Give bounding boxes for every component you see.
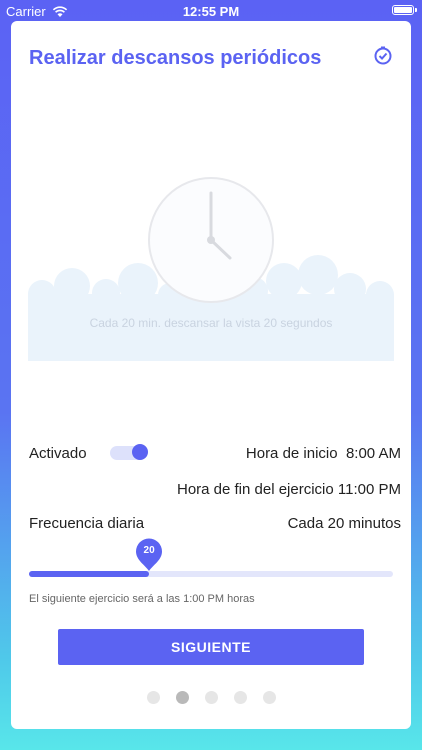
pagination-dot[interactable] — [233, 691, 247, 704]
start-time-value: 8:00 AM — [345, 445, 401, 462]
clock-cloud-graphic — [28, 177, 394, 361]
check-circle-icon[interactable] — [373, 46, 393, 66]
enabled-toggle[interactable] — [110, 444, 148, 460]
pagination-dot[interactable] — [175, 691, 189, 704]
frequency-label: Frecuencia diaria — [29, 515, 145, 532]
clock-illustration: Cada 20 min. descansar la vista 20 segun… — [28, 171, 394, 361]
onboarding-card: Realizar descansos periódicos Cada 20 mi… — [11, 21, 411, 729]
frequency-slider[interactable] — [29, 571, 393, 577]
next-exercise-note: El siguiente ejercicio será a las 1:00 P… — [29, 593, 255, 605]
status-bar: Carrier 12:55 PM — [0, 0, 422, 22]
frequency-value: Cada 20 minutos — [287, 515, 401, 532]
pagination-dot[interactable] — [146, 691, 160, 704]
next-button[interactable]: SIGUIENTE — [58, 629, 364, 665]
pagination-dot[interactable] — [262, 691, 276, 704]
slider-thumb[interactable]: 20 — [135, 538, 163, 572]
pagination-dots — [11, 691, 411, 704]
enabled-label: Activado — [29, 445, 87, 462]
start-time-row[interactable]: Hora de inicio 8:00 AM — [246, 445, 401, 462]
page-title: Realizar descansos periódicos — [29, 47, 322, 69]
end-time-row[interactable]: Hora de fin del ejercicio 11:00 PM — [177, 481, 401, 498]
end-time-value: 11:00 PM — [337, 481, 401, 498]
slider-fill — [29, 571, 150, 577]
start-time-label: Hora de inicio — [245, 445, 338, 462]
pagination-dot[interactable] — [204, 691, 218, 704]
toggle-knob — [132, 444, 148, 460]
status-time: 12:55 PM — [182, 4, 240, 19]
illustration-caption: Cada 20 min. descansar la vista 20 segun… — [89, 316, 333, 330]
battery-icon — [392, 5, 417, 15]
slider-value: 20 — [143, 545, 155, 556]
end-time-label: Hora de fin del ejercicio — [176, 481, 334, 498]
